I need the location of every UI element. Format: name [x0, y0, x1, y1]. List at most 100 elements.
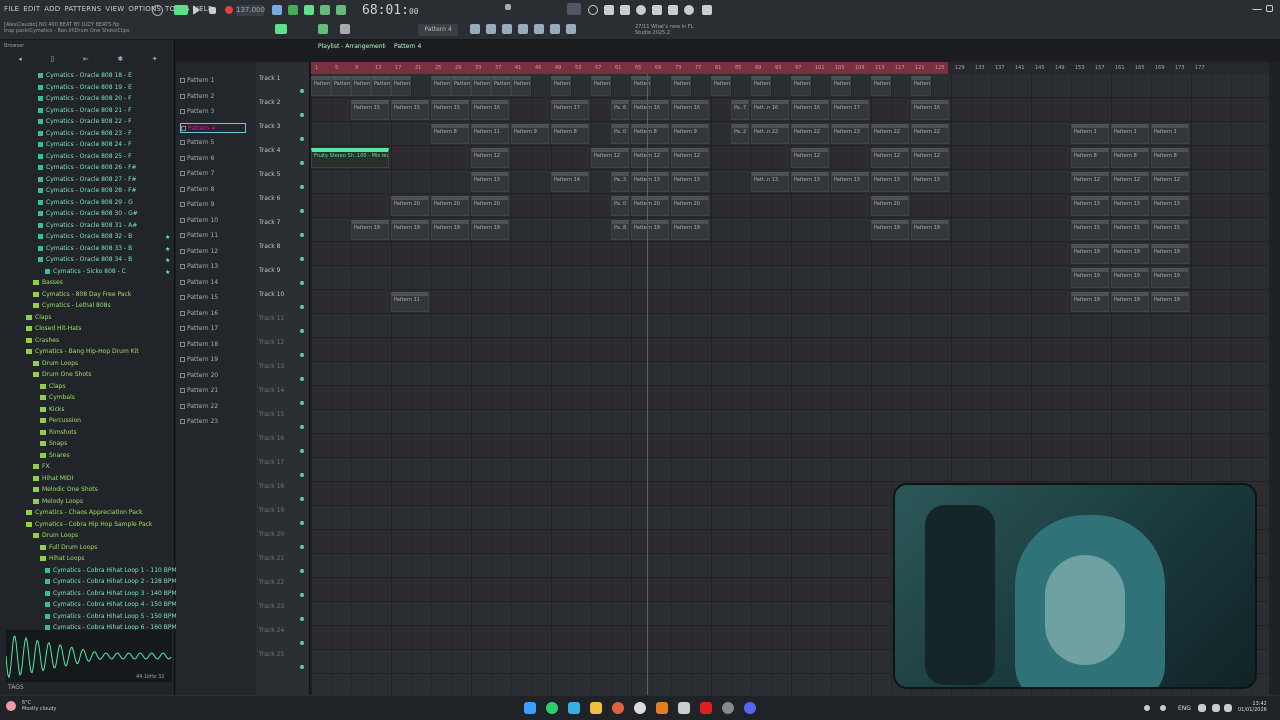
- pattern-clip[interactable]: Patt..n 22: [751, 124, 789, 144]
- track-mute-dot[interactable]: [300, 521, 304, 525]
- pattern-clip[interactable]: Pattern 12: [1151, 172, 1189, 192]
- pencil-tool-icon[interactable]: [318, 24, 328, 34]
- browser-folder[interactable]: Cymatics - Bang Hip-Hop Drum Kit: [26, 347, 139, 357]
- track-name[interactable]: Track 7: [259, 219, 280, 226]
- pattern-clip[interactable]: Pattern 18: [631, 220, 669, 240]
- browser-folder[interactable]: Melody Loops: [33, 497, 83, 507]
- track-mute-dot[interactable]: [300, 593, 304, 597]
- pattern-clip[interactable]: Pattern 22: [911, 124, 949, 144]
- weather-widget[interactable]: 6°C Mostly cloudy: [22, 700, 56, 712]
- pattern-clip[interactable]: Pattern 15: [431, 100, 469, 120]
- pattern-clip[interactable]: Pattern 12: [871, 148, 909, 168]
- pattern-clip[interactable]: Pattern 20: [471, 196, 509, 216]
- pattern-clip[interactable]: Pattern 13: [471, 172, 509, 192]
- pattern-clip[interactable]: Pa..3: [611, 172, 629, 192]
- menu-add[interactable]: ADD: [44, 5, 60, 13]
- pattern-clip[interactable]: Pattern 3: [331, 76, 351, 96]
- telegram-icon[interactable]: [568, 702, 580, 714]
- browser-file[interactable]: Cymatics - Oracle 808 27 - F#: [38, 175, 137, 185]
- stamp-tool-icon[interactable]: [340, 24, 350, 34]
- pattern-clip[interactable]: Pattern 15: [1151, 220, 1189, 240]
- track-name[interactable]: Track 10: [259, 291, 284, 298]
- pattern-clip[interactable]: Pattern 18: [431, 220, 469, 240]
- browser-folder[interactable]: Drum Loops: [33, 359, 78, 369]
- favorite-star-icon[interactable]: ★: [165, 257, 170, 264]
- discord-icon[interactable]: [744, 702, 756, 714]
- settings-icon[interactable]: ✱: [117, 55, 123, 67]
- picker-pattern-item[interactable]: Pattern 9: [180, 200, 246, 210]
- plugin-icon[interactable]: [534, 24, 544, 34]
- tempo-display[interactable]: 137.000: [236, 5, 265, 16]
- browser-folder[interactable]: Snaps: [40, 439, 67, 449]
- pattern-clip[interactable]: Pattern 1: [1071, 124, 1109, 144]
- track-name[interactable]: Track 4: [259, 147, 280, 154]
- track-mute-dot[interactable]: [300, 449, 304, 453]
- pattern-clip[interactable]: Pattern 3: [391, 76, 411, 96]
- picker-pattern-item[interactable]: Pattern 11: [180, 231, 246, 241]
- track-mute-dot[interactable]: [300, 161, 304, 165]
- browser-file[interactable]: Cymatics - Cobra Hihat Loop 5 - 150 BPM: [45, 612, 177, 622]
- pattern-clip[interactable]: Pattern 17: [831, 100, 869, 120]
- track-lane[interactable]: [311, 362, 1269, 386]
- back-icon[interactable]: ◂: [18, 55, 22, 67]
- folder-icon[interactable]: [590, 702, 602, 714]
- maximize-icon[interactable]: [1266, 5, 1273, 12]
- pattern-clip[interactable]: Pattern 3: [351, 76, 371, 96]
- pattern-clip[interactable]: Pattern 18: [1071, 244, 1109, 264]
- timeline-ruler[interactable]: 1 5 9 13 17 21 25 29 33 37 41 45 49 53 57 61 65 69 73 77 81 8…: [311, 62, 1269, 74]
- browser-file[interactable]: Cymatics - Oracle 808 21 - F: [38, 106, 132, 116]
- picker-pattern-item[interactable]: Pattern 5: [180, 138, 246, 148]
- track-mute-dot[interactable]: [300, 569, 304, 573]
- record-mode-icon[interactable]: [152, 5, 163, 16]
- pattern-clip[interactable]: Patt..n 16: [751, 100, 789, 120]
- track-name[interactable]: Track 17: [259, 459, 284, 466]
- step-edit-icon[interactable]: [336, 5, 346, 15]
- track-name[interactable]: Track 25: [259, 651, 284, 658]
- track-mute-dot[interactable]: [300, 233, 304, 237]
- browser-file[interactable]: Cymatics - Cobra Hihat Loop 4 - 150 BPM: [45, 600, 177, 610]
- pattern-clip[interactable]: Pattern 18: [1151, 292, 1189, 312]
- pattern-clip[interactable]: Pattern 4: [431, 76, 451, 96]
- browser-file[interactable]: Cymatics - Oracle 808 19 - E: [38, 83, 132, 93]
- pattern-clip[interactable]: Pattern 4: [451, 76, 471, 96]
- browser-folder[interactable]: FX: [33, 462, 50, 472]
- pattern-clip[interactable]: Pattern 13: [631, 172, 669, 192]
- menu-view[interactable]: VIEW: [105, 5, 124, 13]
- playlist-view-icon[interactable]: [652, 5, 662, 15]
- pattern-clip[interactable]: Pattern 12: [631, 148, 669, 168]
- favorite-star-icon[interactable]: ★: [165, 269, 170, 276]
- pattern-clip[interactable]: Pa..6: [611, 100, 629, 120]
- pattern-clip[interactable]: Pattern 4: [591, 76, 611, 96]
- track-name[interactable]: Track 2: [259, 99, 280, 106]
- pattern-clip[interactable]: Pa..7: [731, 100, 749, 120]
- pattern-clip[interactable]: Pattern 16: [671, 100, 709, 120]
- pattern-clip[interactable]: Pattern 20: [431, 196, 469, 216]
- language-indicator[interactable]: ENG: [1178, 705, 1191, 712]
- pattern-clip[interactable]: Pattern 18: [391, 220, 429, 240]
- track-mute-dot[interactable]: [300, 113, 304, 117]
- pattern-clip[interactable]: Pattern 1: [1151, 124, 1189, 144]
- pattern-clip[interactable]: Pattern 12: [471, 148, 509, 168]
- pattern-clip[interactable]: Pattern 4: [471, 76, 491, 96]
- picker-pattern-item[interactable]: Pattern 17: [180, 324, 246, 334]
- minimize-icon[interactable]: [1252, 5, 1262, 10]
- browser-folder[interactable]: Cymatics - 808 Day Free Pack: [33, 290, 131, 300]
- pattern-clip[interactable]: Pa..8: [611, 220, 629, 240]
- pattern-clip[interactable]: Pattern 11: [471, 124, 509, 144]
- piano-icon[interactable]: [518, 24, 528, 34]
- browser-file[interactable]: Cymatics - Oracle 808 18 - E: [38, 71, 132, 81]
- browser-folder[interactable]: Percussion: [40, 416, 81, 426]
- track-lane[interactable]: [311, 434, 1269, 458]
- pattern-clip[interactable]: Pattern 8: [551, 124, 589, 144]
- piano-roll-icon[interactable]: [668, 5, 678, 15]
- browser-folder[interactable]: Drum One Shots: [33, 370, 92, 380]
- mixer-icon[interactable]: [604, 5, 614, 15]
- pattern-clip[interactable]: Pattern 18: [471, 220, 509, 240]
- browser-file[interactable]: Cymatics - Cobra Hihat Loop 2 - 128 BPM: [45, 577, 177, 587]
- pattern-clip[interactable]: Pattern 16: [791, 100, 829, 120]
- picker-pattern-item[interactable]: Pattern 6: [180, 154, 246, 164]
- pattern-clip[interactable]: Pattern 4: [511, 76, 531, 96]
- track-mute-dot[interactable]: [300, 281, 304, 285]
- pattern-clip[interactable]: Pattern 12: [791, 148, 829, 168]
- battery-icon[interactable]: [1224, 704, 1232, 712]
